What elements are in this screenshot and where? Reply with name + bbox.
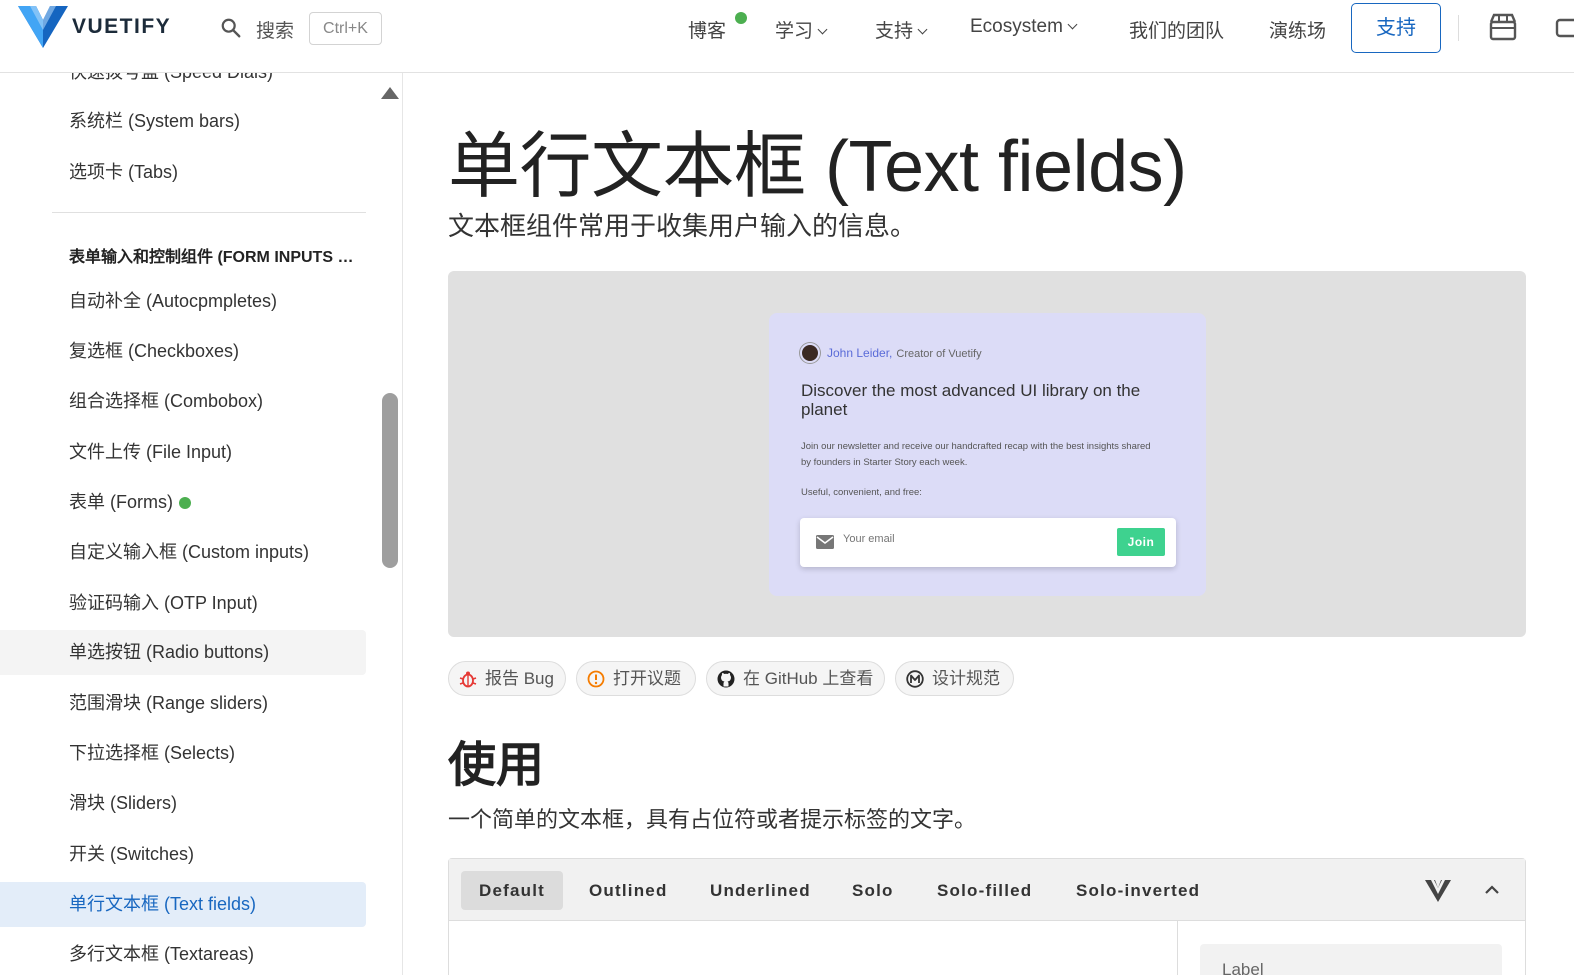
report-bug-chip[interactable]: 报告 Bug xyxy=(448,661,566,696)
vuetify-logo[interactable] xyxy=(18,6,68,48)
nav-support-label: 支持 xyxy=(875,21,914,42)
card-note: Useful, convenient, and free: xyxy=(801,487,922,498)
sidebar-navigation: 快速拨号盘 (Speed Dials) 系统栏 (System bars) 选项… xyxy=(0,73,403,975)
chip-label: 报告 Bug xyxy=(485,669,554,688)
sidebar-item-custom-inputs[interactable]: 自定义输入框 (Custom inputs) xyxy=(0,530,366,575)
sidebar-item-forms-label: 表单 (Forms) xyxy=(69,492,173,512)
label-field[interactable]: Label xyxy=(1200,944,1502,975)
sidebar-item-selects[interactable]: 下拉选择框 (Selects) xyxy=(0,731,366,776)
newsletter-card[interactable]: John Leider, Creator of Vuetify Discover … xyxy=(769,313,1206,596)
usage-description: 一个简单的文本框，具有占位符或者提示标签的文字。 xyxy=(448,807,977,832)
nav-blog[interactable]: 博客 xyxy=(688,16,726,43)
card-title: Discover the most advanced UI library on… xyxy=(801,381,1141,419)
sidebar-item-text-fields[interactable]: 单行文本框 (Text fields) xyxy=(0,882,366,927)
chip-label: 在 GitHub 上查看 xyxy=(743,669,874,688)
vuetify-bin-icon[interactable] xyxy=(1423,876,1453,904)
chevron-down-icon xyxy=(917,24,928,35)
sidebar-item-switches[interactable]: 开关 (Switches) xyxy=(0,832,366,877)
sidebar-item-textareas[interactable]: 多行文本框 (Textareas) xyxy=(0,932,366,975)
new-indicator-dot xyxy=(178,497,191,509)
email-signup: Join xyxy=(800,518,1176,567)
author-name: John Leider, xyxy=(827,346,893,360)
chip-label: 设计规范 xyxy=(932,669,1000,688)
sidebar-item-autocompletes[interactable]: 自动补全 (Autocpmpletes) xyxy=(0,279,366,324)
sidebar-item-sliders[interactable]: 滑块 (Sliders) xyxy=(0,781,366,826)
main-content: 单行文本框 (Text fields) 文本框组件常用于收集用户输入的信息。 J… xyxy=(404,73,1574,975)
email-input[interactable] xyxy=(843,533,1093,545)
card-author: John Leider, Creator of Vuetify xyxy=(827,346,982,360)
chevron-down-icon xyxy=(817,24,828,35)
field-label: Label xyxy=(1222,960,1264,975)
sidebar-item-system-bars[interactable]: 系统栏 (System bars) xyxy=(0,99,366,144)
variant-tabs: Default Outlined Underlined Solo Solo-fi… xyxy=(449,859,1525,921)
mail-icon xyxy=(816,535,834,549)
open-issue-chip[interactable]: 打开议题 xyxy=(576,661,696,696)
search-label[interactable]: 搜索 xyxy=(256,16,294,43)
support-button[interactable]: 支持 xyxy=(1351,3,1441,53)
sidebar-section-heading: 表单输入和控制组件 (FORM INPUTS & CONTROLS) xyxy=(69,249,354,266)
tab-underlined[interactable]: Underlined xyxy=(692,871,829,910)
chip-label: 打开议题 xyxy=(613,669,681,688)
app-menu-icon[interactable] xyxy=(1554,14,1574,42)
tab-solo-filled[interactable]: Solo-filled xyxy=(919,871,1050,910)
view-on-github-chip[interactable]: 在 GitHub 上查看 xyxy=(706,661,885,696)
card-body: Join our newsletter and receive our hand… xyxy=(801,441,1151,468)
sidebar-item-tabs[interactable]: 选项卡 (Tabs) xyxy=(0,150,366,195)
brand-name[interactable]: VUETIFY xyxy=(72,15,171,39)
sidebar-item-radio-buttons[interactable]: 单选按钮 (Radio buttons) xyxy=(0,630,366,675)
author-role: Creator of Vuetify xyxy=(896,348,982,360)
sidebar-scrollbar-thumb[interactable] xyxy=(382,393,398,568)
usage-heading: 使用 xyxy=(448,739,545,792)
example-panel: Default Outlined Underlined Solo Solo-fi… xyxy=(448,858,1526,975)
page-subtitle: 文本框组件常用于收集用户输入的信息。 xyxy=(448,211,917,241)
tab-solo[interactable]: Solo xyxy=(834,871,912,910)
avatar xyxy=(800,343,820,363)
sidebar-item-forms[interactable]: 表单 (Forms) xyxy=(0,480,366,525)
sidebar-item-otp-input[interactable]: 验证码输入 (OTP Input) xyxy=(0,581,366,626)
sidebar-item-speed-dials[interactable]: 快速拨号盘 (Speed Dials) xyxy=(0,73,366,95)
join-button[interactable]: Join xyxy=(1117,528,1165,556)
nav-learn-label: 学习 xyxy=(775,21,814,42)
search-icon[interactable] xyxy=(220,17,242,39)
sidebar-item-file-input[interactable]: 文件上传 (File Input) xyxy=(0,430,366,475)
pane-divider xyxy=(1177,921,1178,975)
nav-playground[interactable]: 演练场 xyxy=(1269,16,1326,43)
nav-support-menu[interactable]: 支持 xyxy=(875,16,928,43)
tab-solo-inverted[interactable]: Solo-inverted xyxy=(1058,871,1218,910)
material-design-icon xyxy=(906,670,924,688)
sidebar-divider xyxy=(52,212,366,213)
divider xyxy=(1458,15,1459,41)
nav-ecosystem-label: Ecosystem xyxy=(970,16,1063,37)
sidebar-item-checkboxes[interactable]: 复选框 (Checkboxes) xyxy=(0,329,366,374)
github-icon xyxy=(717,670,735,688)
promo-preview: John Leider, Creator of Vuetify Discover … xyxy=(448,271,1526,637)
chevron-up-icon[interactable] xyxy=(1485,883,1499,897)
alert-circle-icon xyxy=(587,670,605,688)
sidebar-item-range-sliders[interactable]: 范围滑块 (Range sliders) xyxy=(0,681,366,726)
tab-default[interactable]: Default xyxy=(461,871,564,910)
nav-ecosystem[interactable]: Ecosystem xyxy=(970,16,1078,38)
bug-icon xyxy=(459,671,477,688)
app-bar: VUETIFY 搜索 Ctrl+K 博客 学习 支持 Ecosystem 我们的… xyxy=(0,0,1574,73)
nav-learn[interactable]: 学习 xyxy=(775,16,828,43)
tab-outlined[interactable]: Outlined xyxy=(571,871,686,910)
design-spec-chip[interactable]: 设计规范 xyxy=(895,661,1014,696)
chevron-down-icon xyxy=(1067,19,1078,30)
store-icon[interactable] xyxy=(1488,12,1518,42)
new-indicator-dot xyxy=(735,12,747,24)
search-shortcut: Ctrl+K xyxy=(309,12,382,45)
scroll-up-arrow-icon[interactable] xyxy=(381,87,399,99)
sidebar-item-combobox[interactable]: 组合选择框 (Combobox) xyxy=(0,379,366,424)
nav-team[interactable]: 我们的团队 xyxy=(1129,16,1224,43)
page-title: 单行文本框 (Text fields) xyxy=(448,127,1187,207)
